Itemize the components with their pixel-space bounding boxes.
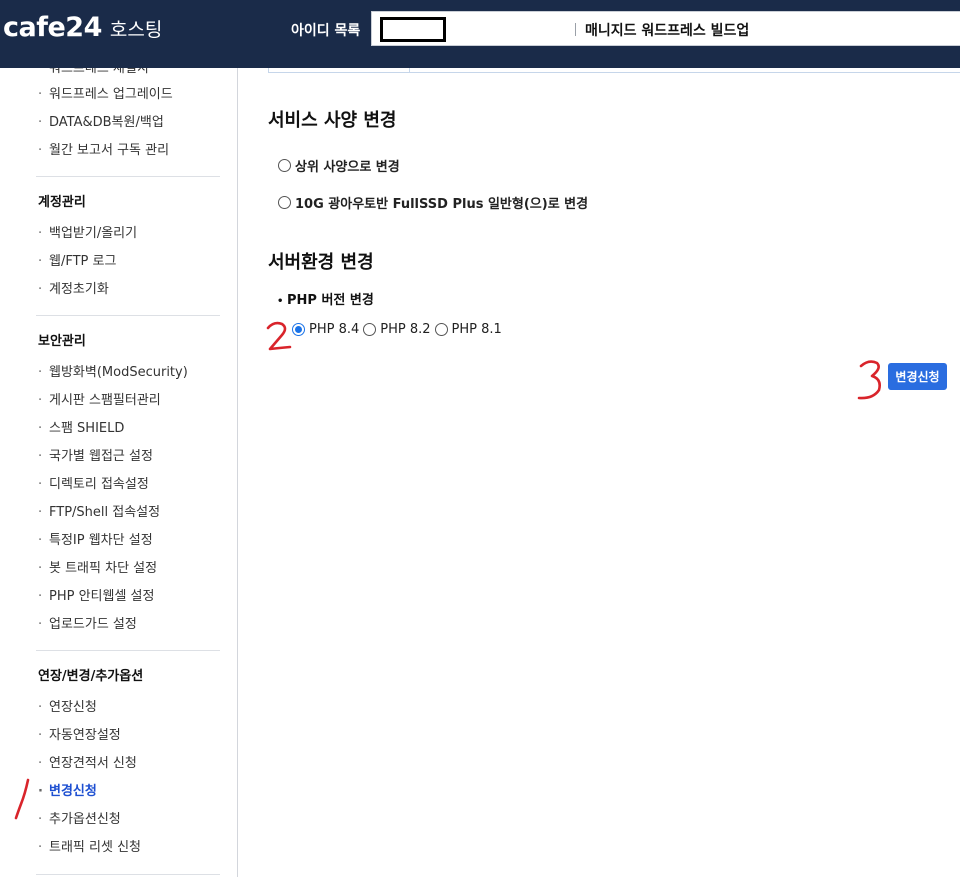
- spec-change-plan-label: 10G 광아우토반 FullSSD Plus 일반형(으)로 변경: [295, 197, 589, 212]
- sidebar-item-label: 국가별 웹접근 설정: [49, 449, 153, 464]
- sidebar-menu: · 워드프레스 재설치 · 워드프레스 업그레이드 · DATA&DB복원/백업 · 월…: [0, 68, 238, 877]
- change-request-button[interactable]: 변경신청: [888, 363, 947, 390]
- php-8-2-radio[interactable]: [363, 323, 377, 336]
- sidebar-divider: [36, 874, 220, 875]
- php-8-4-label: PHP 8.4: [309, 322, 360, 337]
- sidebar-item-wp-reinstall[interactable]: · 워드프레스 재설치: [38, 68, 149, 78]
- sidebar-item-change-request[interactable]: · 변경신청: [38, 783, 97, 801]
- sidebar-item-upload-guard[interactable]: · 업로드가드 설정: [38, 616, 137, 634]
- sidebar-item-label: 스팸 SHIELD: [49, 421, 125, 436]
- sidebar-item-label: 업로드가드 설정: [49, 617, 137, 632]
- sidebar-item-backup[interactable]: · 백업받기/올리기: [38, 225, 137, 243]
- sidebar-group-extend-change: 연장/변경/추가옵션: [38, 669, 144, 684]
- sidebar-item-label: 디렉토리 접속설정: [49, 477, 149, 492]
- sidebar-item-country-access[interactable]: · 국가별 웹접근 설정: [38, 448, 153, 466]
- sidebar-group-account: 계정관리: [38, 195, 86, 210]
- php-8-1-radio[interactable]: [434, 323, 448, 336]
- sidebar-item-extend-quote[interactable]: · 연장견적서 신청: [38, 755, 137, 773]
- sidebar-item-label: 백업받기/올리기: [49, 226, 138, 241]
- sidebar-item-label: 봇 트래픽 차단 설정: [49, 561, 158, 576]
- sidebar-divider: [36, 650, 220, 651]
- sidebar-divider: [36, 176, 220, 177]
- sidebar-item-wp-upgrade[interactable]: · 워드프레스 업그레이드: [38, 86, 173, 104]
- php-version-options: PHP 8.4 PHP 8.2 PHP 8.1: [292, 322, 506, 337]
- sidebar-item-auto-extend[interactable]: · 자동연장설정: [38, 727, 121, 745]
- account-id-redacted: [380, 17, 446, 42]
- php-8-4-radio[interactable]: [292, 323, 305, 336]
- php-8-2-label: PHP 8.2: [380, 322, 431, 337]
- sidebar-item-addon-request[interactable]: · 추가옵션신청: [38, 811, 121, 829]
- php-option-8-2[interactable]: PHP 8.2: [363, 322, 431, 337]
- logo-subtitle: 호스팅: [109, 19, 163, 41]
- sidebar-item-label: 자동연장설정: [49, 728, 121, 743]
- spec-change-plan-radio[interactable]: [278, 196, 291, 209]
- sidebar-item-waf[interactable]: · 웹방화벽(ModSecurity): [38, 364, 188, 382]
- sidebar-item-ftp-shell-access[interactable]: · FTP/Shell 접속설정: [38, 504, 160, 522]
- service-spec-title: 서비스 사양 변경: [268, 110, 397, 131]
- account-selector[interactable]: 매니지드 워드프레스 빌드업: [371, 11, 960, 46]
- sidebar-item-label: 추가옵션신청: [49, 812, 121, 827]
- spec-upgrade-label: 상위 사양으로 변경: [295, 160, 400, 175]
- sidebar-item-label: 계정초기화: [49, 282, 109, 297]
- logo[interactable]: cafe24 호스팅: [3, 12, 162, 46]
- server-env-title: 서버환경 변경: [268, 252, 374, 273]
- sidebar-item-label: DATA&DB복원/백업: [49, 115, 164, 130]
- sidebar-item-label: 웹방화벽(ModSecurity): [49, 365, 188, 380]
- sidebar-item-label: 월간 보고서 구독 관리: [49, 143, 170, 158]
- php-version-label-text: PHP 버전 변경: [287, 293, 374, 308]
- sidebar-item-php-antiwebshell[interactable]: · PHP 안티웹셀 설정: [38, 588, 154, 606]
- php-version-label: • PHP 버전 변경: [277, 289, 374, 308]
- spec-upgrade-radio[interactable]: [278, 159, 291, 172]
- sidebar-group-security: 보안관리: [38, 334, 86, 349]
- top-header: cafe24 호스팅 아이디 목록 매니지드 워드프레스 빌드업: [0, 0, 960, 68]
- sidebar-item-label: 특정IP 웹차단 설정: [49, 533, 153, 548]
- sidebar-item-label: 웹/FTP 로그: [49, 254, 117, 269]
- sidebar-item-directory-access[interactable]: · 디렉토리 접속설정: [38, 476, 149, 494]
- account-divider: [575, 23, 576, 36]
- php-option-8-1[interactable]: PHP 8.1: [434, 322, 502, 337]
- sidebar-item-label: 변경신청: [49, 784, 97, 799]
- sidebar-item-traffic-reset[interactable]: · 트래픽 리셋 신청: [38, 839, 141, 857]
- php-8-1-label: PHP 8.1: [451, 322, 502, 337]
- sidebar-item-data-db-restore[interactable]: · DATA&DB복원/백업: [38, 114, 164, 132]
- sidebar-item-label: 워드프레스 업그레이드: [49, 87, 173, 102]
- bullet-icon: •: [277, 296, 284, 307]
- sidebar-item-spam-filter[interactable]: · 게시판 스팸필터관리: [38, 392, 161, 410]
- sidebar-item-ip-block[interactable]: · 특정IP 웹차단 설정: [38, 532, 153, 550]
- sidebar-item-monthly-report[interactable]: · 월간 보고서 구독 관리: [38, 142, 169, 160]
- logo-text: cafe24: [3, 12, 102, 43]
- tab-active-edge: [268, 68, 410, 73]
- account-product-name: 매니지드 워드프레스 빌드업: [585, 23, 750, 39]
- spec-option-change-plan[interactable]: 10G 광아우토반 FullSSD Plus 일반형(으)로 변경: [278, 193, 588, 212]
- sidebar-item-label: 연장견적서 신청: [49, 756, 137, 771]
- sidebar-item-account-reset[interactable]: · 계정초기화: [38, 281, 109, 299]
- sidebar-item-extend[interactable]: · 연장신청: [38, 699, 97, 717]
- sidebar-item-label: 연장신청: [49, 700, 97, 715]
- sidebar-item-spam-shield[interactable]: · 스팸 SHIELD: [38, 420, 124, 438]
- spec-option-upgrade[interactable]: 상위 사양으로 변경: [278, 156, 400, 175]
- annotation-step-3: [857, 360, 881, 400]
- sidebar-item-label: 워드프레스 재설치: [49, 68, 149, 76]
- sidebar-item-bot-block[interactable]: · 봇 트래픽 차단 설정: [38, 560, 157, 578]
- account-list-label: 아이디 목록: [291, 23, 361, 39]
- sidebar-divider: [36, 315, 220, 316]
- sidebar-item-web-ftp-log[interactable]: · 웹/FTP 로그: [38, 253, 116, 271]
- sidebar-item-label: FTP/Shell 접속설정: [49, 505, 161, 520]
- sidebar-item-label: 트래픽 리셋 신청: [49, 840, 141, 855]
- sidebar-item-label: 게시판 스팸필터관리: [49, 393, 161, 408]
- php-option-8-4[interactable]: PHP 8.4: [292, 322, 359, 337]
- sidebar-item-label: PHP 안티웹셀 설정: [49, 589, 155, 604]
